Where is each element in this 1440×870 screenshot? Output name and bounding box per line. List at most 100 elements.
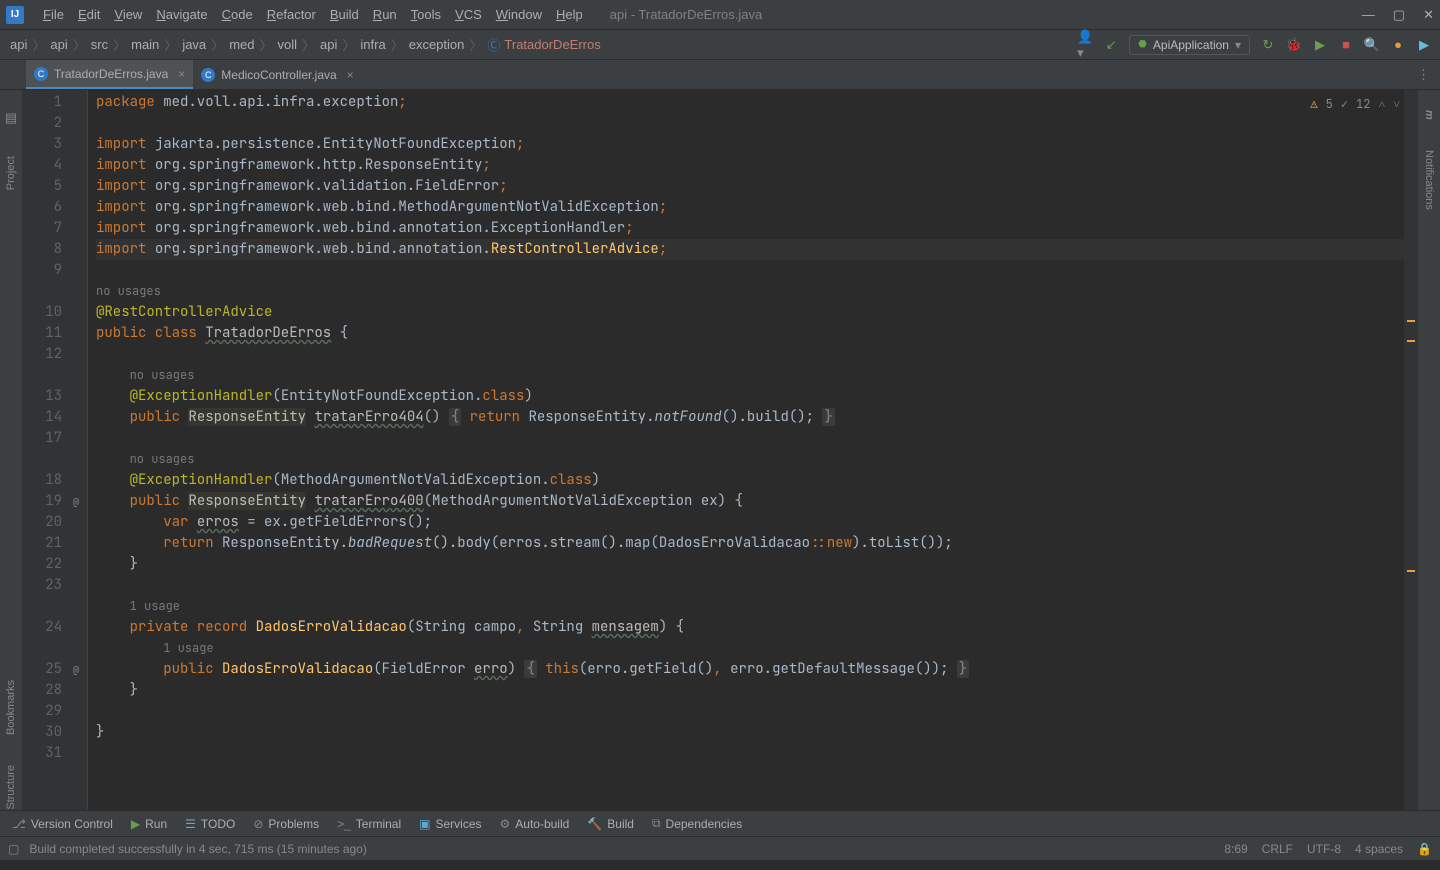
breadcrumb-item[interactable]: api bbox=[48, 37, 69, 52]
code-line[interactable]: } bbox=[96, 722, 1404, 743]
menu-file[interactable]: File bbox=[36, 7, 71, 22]
project-tool-label[interactable]: Project bbox=[5, 156, 17, 190]
line-number[interactable]: 30 bbox=[22, 722, 62, 743]
line-number[interactable]: 8 bbox=[22, 239, 62, 260]
line-number[interactable]: 29 bbox=[22, 701, 62, 722]
menu-vcs[interactable]: VCS bbox=[448, 7, 489, 22]
breadcrumb-item[interactable]: api bbox=[8, 37, 29, 52]
minimize-icon[interactable]: — bbox=[1362, 7, 1375, 23]
code-line[interactable]: 1 usage bbox=[96, 638, 1404, 659]
close-tab-icon[interactable]: × bbox=[178, 67, 185, 81]
user-icon[interactable]: 👤▾ bbox=[1077, 37, 1093, 53]
breadcrumb-item[interactable]: exception bbox=[407, 37, 467, 52]
close-tab-icon[interactable]: × bbox=[347, 68, 354, 82]
services-tool[interactable]: ▣Services bbox=[419, 817, 481, 831]
menu-help[interactable]: Help bbox=[549, 7, 590, 22]
line-number[interactable]: 22 bbox=[22, 554, 62, 575]
code-line[interactable]: @ExceptionHandler(EntityNotFoundExceptio… bbox=[96, 386, 1404, 407]
menu-navigate[interactable]: Navigate bbox=[149, 7, 214, 22]
code-line[interactable]: public class TratadorDeErros { bbox=[96, 323, 1404, 344]
code-line[interactable]: no usages bbox=[96, 281, 1404, 302]
code-line[interactable]: public DadosErroValidacao(FieldError err… bbox=[96, 659, 1404, 680]
code-line[interactable] bbox=[96, 260, 1404, 281]
code-line[interactable]: import org.springframework.http.Response… bbox=[96, 155, 1404, 176]
menu-build[interactable]: Build bbox=[323, 7, 366, 22]
code-line[interactable]: import org.springframework.web.bind.Meth… bbox=[96, 197, 1404, 218]
todo-tool[interactable]: ☰TODO bbox=[185, 817, 235, 831]
code-with-me-icon[interactable]: ▶ bbox=[1416, 37, 1432, 53]
breadcrumb-item[interactable]: med bbox=[227, 37, 256, 52]
next-highlight-icon[interactable]: ˅ bbox=[1393, 94, 1400, 115]
dependencies-tool[interactable]: ⧉Dependencies bbox=[652, 816, 742, 831]
menu-edit[interactable]: Edit bbox=[71, 7, 107, 22]
code-line[interactable] bbox=[96, 743, 1404, 764]
toolwindows-toggle-icon[interactable]: ▢ bbox=[8, 842, 19, 856]
menu-run[interactable]: Run bbox=[366, 7, 404, 22]
code-line[interactable]: no usages bbox=[96, 365, 1404, 386]
vcs-update-icon[interactable]: ↙ bbox=[1103, 37, 1119, 53]
terminal-tool[interactable]: >_Terminal bbox=[337, 817, 401, 831]
code-line[interactable]: package med.voll.api.infra.exception; bbox=[96, 92, 1404, 113]
line-number[interactable]: 3 bbox=[22, 134, 62, 155]
code-line[interactable]: import jakarta.persistence.EntityNotFoun… bbox=[96, 134, 1404, 155]
code-line[interactable]: } bbox=[96, 680, 1404, 701]
code-area[interactable]: package med.voll.api.infra.exception; imp… bbox=[88, 90, 1404, 810]
run-tool[interactable]: ▶Run bbox=[131, 817, 167, 831]
code-line[interactable]: @RestControllerAdvice bbox=[96, 302, 1404, 323]
code-line[interactable]: no usages bbox=[96, 449, 1404, 470]
code-line[interactable]: import org.springframework.web.bind.anno… bbox=[96, 239, 1404, 260]
close-icon[interactable]: ✕ bbox=[1423, 7, 1434, 23]
line-number[interactable]: 17 bbox=[22, 428, 62, 449]
breadcrumb-item[interactable]: main bbox=[129, 37, 161, 52]
code-line[interactable] bbox=[96, 113, 1404, 134]
breadcrumb-item[interactable]: voll bbox=[276, 37, 300, 52]
line-number[interactable]: 6 bbox=[22, 197, 62, 218]
line-number[interactable]: 4 bbox=[22, 155, 62, 176]
breadcrumb-item[interactable]: api bbox=[318, 37, 339, 52]
code-line[interactable]: } bbox=[96, 554, 1404, 575]
line-number[interactable]: 18 bbox=[22, 470, 62, 491]
line-gutter[interactable]: 1234567891011121314171819202122232425282… bbox=[22, 90, 70, 810]
code-line[interactable]: import org.springframework.web.bind.anno… bbox=[96, 218, 1404, 239]
line-number[interactable]: 13 bbox=[22, 386, 62, 407]
caret-position[interactable]: 8:69 bbox=[1224, 842, 1247, 856]
gutter-marker-icon[interactable]: @ bbox=[73, 659, 79, 680]
code-line[interactable]: @ExceptionHandler(MethodArgumentNotValid… bbox=[96, 470, 1404, 491]
breadcrumb-item[interactable]: Ⓒ TratadorDeErros bbox=[485, 35, 602, 54]
notifications-tool-label[interactable]: Notifications bbox=[1423, 150, 1435, 210]
breadcrumb-item[interactable]: java bbox=[180, 37, 208, 52]
code-line[interactable] bbox=[96, 344, 1404, 365]
stop-icon[interactable]: ■ bbox=[1338, 37, 1354, 53]
autobuild-tool[interactable]: ⚙Auto-build bbox=[500, 817, 570, 831]
line-number[interactable]: 12 bbox=[22, 344, 62, 365]
line-number[interactable]: 24 bbox=[22, 617, 62, 638]
line-number[interactable]: 20 bbox=[22, 512, 62, 533]
maven-tool-label[interactable]: m bbox=[1423, 110, 1435, 120]
bookmarks-tool-label[interactable]: Bookmarks bbox=[5, 680, 17, 735]
run-config-select[interactable]: ⬣ ApiApplication ▾ bbox=[1129, 35, 1250, 55]
menu-view[interactable]: View bbox=[107, 7, 149, 22]
gutter-icons[interactable]: @@ bbox=[70, 90, 88, 810]
indent-setting[interactable]: 4 spaces bbox=[1355, 842, 1403, 856]
code-line[interactable]: import org.springframework.validation.Fi… bbox=[96, 176, 1404, 197]
code-line[interactable] bbox=[96, 428, 1404, 449]
line-number[interactable]: 5 bbox=[22, 176, 62, 197]
line-number[interactable]: 7 bbox=[22, 218, 62, 239]
code-line[interactable]: public ResponseEntity tratarErro404() { … bbox=[96, 407, 1404, 428]
line-number[interactable]: 23 bbox=[22, 575, 62, 596]
editor[interactable]: ⚠5 ✓12 ˄ ˅ 12345678910111213141718192021… bbox=[22, 90, 1418, 810]
maximize-icon[interactable]: ▢ bbox=[1393, 7, 1405, 23]
line-number[interactable]: 1 bbox=[22, 92, 62, 113]
structure-tool-label[interactable]: Structure bbox=[5, 765, 17, 810]
coverage-icon[interactable]: ▶ bbox=[1312, 37, 1328, 53]
line-number[interactable]: 21 bbox=[22, 533, 62, 554]
ide-update-icon[interactable]: ● bbox=[1390, 37, 1406, 53]
line-number[interactable]: 11 bbox=[22, 323, 62, 344]
error-stripe[interactable] bbox=[1404, 90, 1418, 810]
menu-window[interactable]: Window bbox=[489, 7, 549, 22]
line-number[interactable]: 25 bbox=[22, 659, 62, 680]
version-control-tool[interactable]: ⎇Version Control bbox=[12, 817, 113, 831]
breadcrumb-item[interactable]: src bbox=[89, 37, 110, 52]
line-number[interactable]: 2 bbox=[22, 113, 62, 134]
project-tool-icon[interactable]: ▤ bbox=[5, 110, 17, 126]
